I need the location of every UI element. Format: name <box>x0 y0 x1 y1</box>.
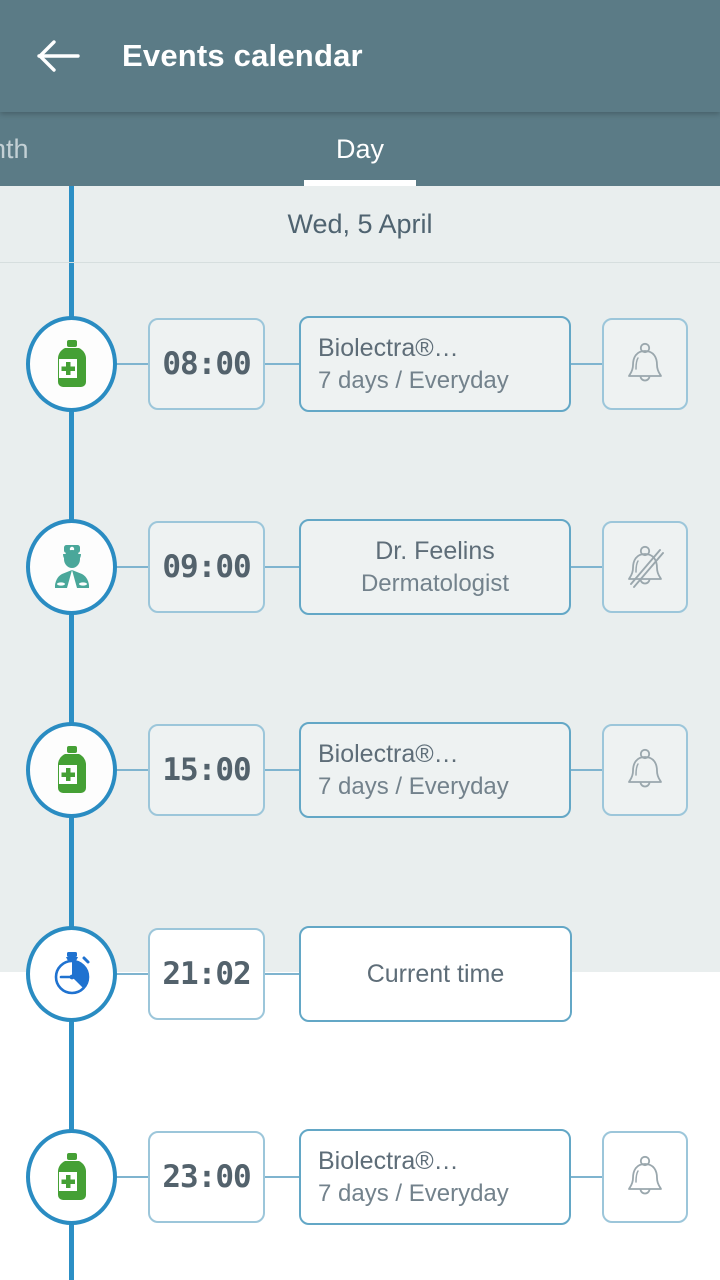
event-time-label: 23:00 <box>162 1159 251 1195</box>
bell-off-icon <box>625 544 665 590</box>
bell-icon <box>625 341 665 387</box>
alarm-toggle-button[interactable] <box>602 1131 688 1223</box>
event-subtitle: Dermatologist <box>360 569 510 597</box>
tab-active-indicator <box>304 180 416 186</box>
event-subtitle: 7 days / Everyday <box>318 366 509 394</box>
date-header: Wed, 5 April <box>0 186 720 262</box>
event-card[interactable]: Biolectra®… 7 days / Everyday <box>299 722 571 818</box>
stopwatch-icon <box>48 950 96 998</box>
connector-card-to-alarm <box>570 566 602 568</box>
event-time-label: 08:00 <box>162 346 251 382</box>
page-title: Events calendar <box>122 38 363 73</box>
timeline-node-medicine[interactable] <box>26 316 117 412</box>
connector-time-to-card <box>264 566 300 568</box>
medicine-bottle-icon <box>52 1152 92 1202</box>
current-time-title: Current time <box>366 959 505 988</box>
tab-day[interactable]: Day <box>304 112 416 186</box>
event-title: Biolectra®… <box>318 1146 459 1175</box>
event-subtitle: 7 days / Everyday <box>318 772 509 800</box>
back-button[interactable] <box>22 19 96 93</box>
tab-bar: Month Day <box>0 112 720 186</box>
timeline-node-current-time[interactable] <box>26 926 117 1022</box>
date-header-label: Wed, 5 April <box>287 208 433 239</box>
connector-time-to-card <box>264 769 300 771</box>
current-time-row: 21:02 Current time <box>0 926 720 1022</box>
timeline-node-doctor[interactable] <box>26 519 117 615</box>
alarm-toggle-button[interactable] <box>602 521 688 613</box>
connector-time-to-card <box>264 363 300 365</box>
event-card[interactable]: Biolectra®… 7 days / Everyday <box>299 1129 571 1225</box>
event-time-label: 09:00 <box>162 549 251 585</box>
tab-day-label: Day <box>335 133 384 164</box>
timeline-row: 15:00 Biolectra®… 7 days / Everyday <box>0 722 720 818</box>
event-time-chip[interactable]: 08:00 <box>148 318 265 410</box>
doctor-icon <box>49 543 95 591</box>
timeline-node-medicine[interactable] <box>26 1129 117 1225</box>
connector-time-to-card <box>264 973 300 975</box>
event-time-chip[interactable]: 23:00 <box>148 1131 265 1223</box>
event-title: Biolectra®… <box>318 333 459 362</box>
event-card[interactable]: Dr. Feelins Dermatologist <box>299 519 571 615</box>
current-time-card[interactable]: Current time <box>299 926 572 1022</box>
events-calendar-screen: Events calendar Month Day Wed, 5 April <box>0 0 720 1280</box>
tab-month[interactable]: Month <box>0 112 104 186</box>
current-time-chip[interactable]: 21:02 <box>148 928 265 1020</box>
day-timeline-scroll[interactable]: Wed, 5 April 08:00 Biolectra®… 7 days / … <box>0 186 720 1280</box>
event-time-chip[interactable]: 15:00 <box>148 724 265 816</box>
event-title: Biolectra®… <box>318 739 459 768</box>
connector-time-to-card <box>264 1176 300 1178</box>
timeline-row: 09:00 Dr. Feelins Dermatologist <box>0 519 720 615</box>
timeline-node-medicine[interactable] <box>26 722 117 818</box>
event-time-label: 15:00 <box>162 752 251 788</box>
event-title: Dr. Feelins <box>375 536 495 565</box>
date-header-divider <box>0 262 720 263</box>
medicine-bottle-icon <box>52 339 92 389</box>
alarm-toggle-button[interactable] <box>602 724 688 816</box>
bell-icon <box>625 747 665 793</box>
bell-icon <box>625 1154 665 1200</box>
connector-card-to-alarm <box>570 769 602 771</box>
timeline-row: 08:00 Biolectra®… 7 days / Everyday <box>0 316 720 412</box>
connector-card-to-alarm <box>570 363 602 365</box>
medicine-bottle-icon <box>52 745 92 795</box>
event-card[interactable]: Biolectra®… 7 days / Everyday <box>299 316 571 412</box>
event-time-chip[interactable]: 09:00 <box>148 521 265 613</box>
timeline-row: 23:00 Biolectra®… 7 days / Everyday <box>0 1129 720 1225</box>
arrow-left-icon <box>37 39 81 73</box>
connector-card-to-alarm <box>570 1176 602 1178</box>
app-bar: Events calendar <box>0 0 720 112</box>
current-time-label: 21:02 <box>162 956 251 992</box>
event-subtitle: 7 days / Everyday <box>318 1179 509 1207</box>
tab-month-label: Month <box>0 133 29 164</box>
alarm-toggle-button[interactable] <box>602 318 688 410</box>
